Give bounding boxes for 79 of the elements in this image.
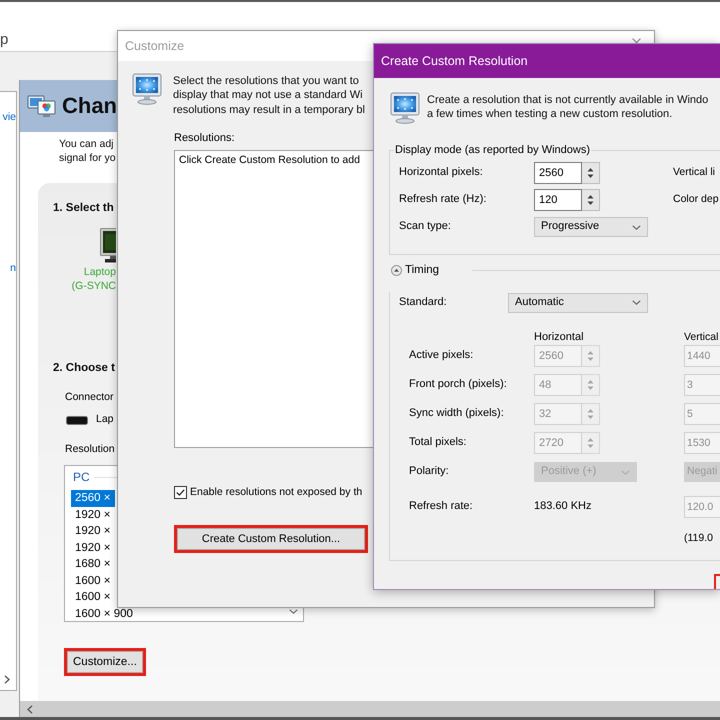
hint-text: Click Create Custom Resolution to add — [179, 152, 360, 168]
note-text: (119.0 — [684, 531, 713, 545]
up-down-arrows-icon — [587, 350, 594, 362]
field-label: Sync width (pixels): — [409, 407, 504, 421]
field-label: Polarity: — [409, 465, 449, 479]
group-label: PC — [73, 469, 90, 485]
field-label: Resolutions: — [174, 130, 235, 145]
field-label: Refresh rate (Hz): — [399, 193, 486, 207]
rate-value: 183.60 KHz — [534, 500, 592, 514]
field-label: Connector — [65, 390, 114, 404]
up-down-arrows-icon — [587, 379, 594, 391]
field-label: Front porch (pixels): — [409, 378, 507, 392]
checkbox[interactable] — [174, 486, 187, 500]
nav-link[interactable]: vie — [2, 111, 16, 124]
collapse-icon[interactable] — [391, 265, 402, 276]
field-label: Horizontal pixels: — [399, 166, 483, 180]
field-label: Vertical li — [673, 166, 716, 180]
list-item[interactable]: 1920 × — [71, 540, 114, 556]
chevron-down-icon[interactable] — [289, 609, 298, 614]
monitor-icon — [390, 92, 420, 124]
description-text: Select the resolutions that you want to — [173, 74, 359, 88]
list-item[interactable]: 1920 × — [71, 523, 114, 540]
create-resolution-button[interactable]: Create Custom Resolution... — [177, 528, 365, 550]
field-label: Active pixels: — [409, 349, 474, 363]
group-title: Timing — [405, 263, 440, 278]
monitor-icon — [100, 228, 116, 263]
field-label: Resolution — [65, 442, 115, 456]
column-header: Vertical — [684, 330, 718, 344]
description-text: a few times when testing a new custom resolution. — [427, 107, 672, 122]
field-label: Refresh rate: — [409, 500, 473, 514]
window-title: Create Custom Resolution — [381, 54, 528, 68]
list-item[interactable]: 1600 × — [71, 572, 114, 589]
displays-icon — [27, 94, 57, 118]
description-text: resolutions may result in a temporary bl — [173, 102, 365, 117]
up-down-arrows-icon — [587, 408, 594, 420]
section-heading: 2. Choose t — [53, 361, 115, 375]
list-item[interactable]: 1600 × 900 — [71, 606, 137, 621]
chevron-down-icon — [632, 224, 641, 230]
nav-link[interactable]: n — [10, 262, 16, 275]
window-title: p — [0, 31, 8, 49]
field-label: Scan type: — [399, 220, 451, 234]
section-heading: 1. Select th — [53, 201, 114, 215]
field-label: Standard: — [399, 296, 447, 308]
chevron-left-icon[interactable] — [27, 704, 33, 714]
group-title: Display mode (as reported by Windows) — [394, 143, 592, 158]
checkbox-label: Enable resolutions not exposed by th — [190, 486, 362, 500]
list-item[interactable]: 1680 × — [71, 556, 114, 572]
list-item[interactable]: 2560 × — [71, 490, 114, 506]
up-down-arrows-icon — [587, 437, 594, 449]
connector-icon — [66, 416, 88, 424]
up-down-arrows-icon — [587, 194, 594, 206]
chevron-down-icon — [621, 470, 630, 474]
intro-text: signal for yo — [59, 151, 116, 165]
checkmark-icon — [176, 489, 185, 496]
connector-name: Lap — [96, 413, 114, 427]
spin-button[interactable] — [582, 189, 600, 211]
description-text: display that may not use a standard Wi — [173, 88, 363, 103]
chevron-down-icon — [632, 300, 641, 305]
spin-button[interactable] — [582, 162, 600, 184]
scrollbar[interactable] — [20, 701, 720, 717]
up-down-arrows-icon — [587, 167, 594, 179]
window-title: Customize — [125, 38, 184, 55]
customize-button[interactable]: Customize... — [67, 651, 143, 673]
field-label: Color dep — [673, 193, 719, 207]
chevron-right-icon[interactable] — [4, 675, 10, 684]
intro-text: You can adj — [59, 137, 114, 151]
number-field[interactable]: 120 — [534, 189, 582, 211]
display-name: Laptop — [84, 265, 116, 279]
page-title: Chan — [62, 93, 117, 119]
monitor-icon — [132, 73, 162, 105]
field-label: Total pixels: — [409, 436, 466, 450]
dropdown[interactable]: Automatic — [508, 292, 648, 312]
number-field[interactable]: 2560 — [534, 162, 582, 184]
list-item[interactable]: 1600 × — [71, 589, 114, 606]
description-text: Create a resolution that is not currently available in Windo — [427, 93, 708, 108]
list-item[interactable]: 1920 × — [71, 506, 114, 523]
column-header: Horizontal — [534, 330, 584, 344]
dropdown[interactable]: Progressive — [534, 217, 648, 237]
display-name: (G-SYNC — [72, 279, 116, 293]
